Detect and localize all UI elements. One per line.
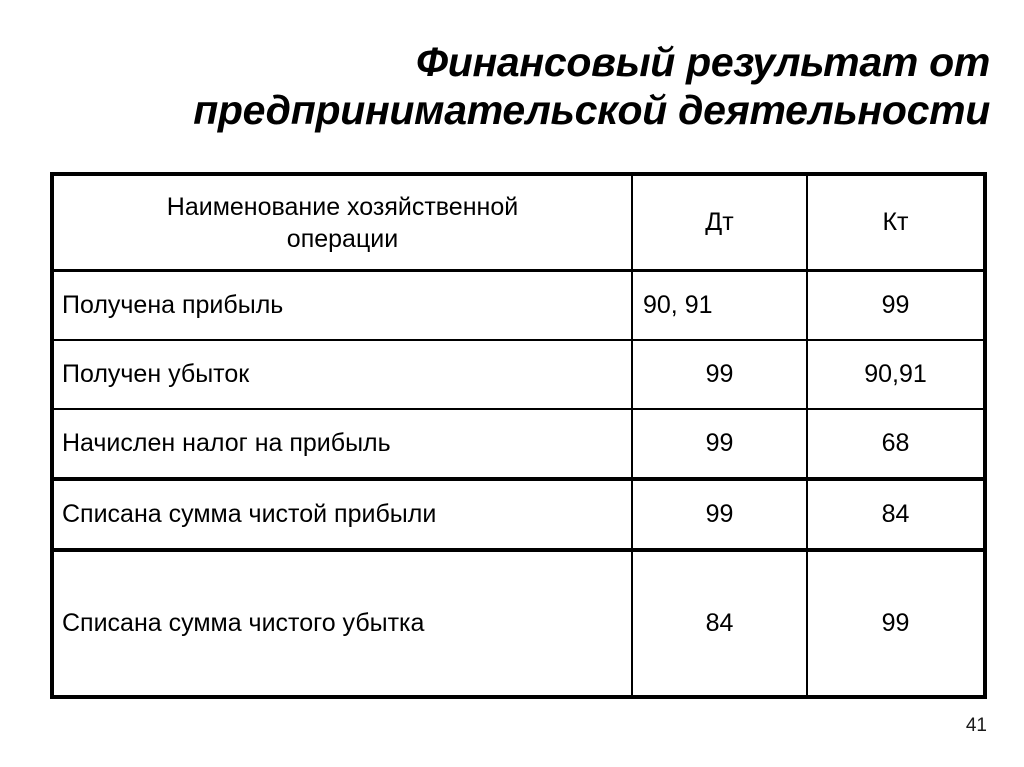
- accounting-entries-table: Наименование хозяйственной операции Дт К…: [50, 172, 987, 699]
- cell-credit: 99: [806, 269, 986, 341]
- cell-credit: 68: [806, 408, 986, 480]
- table-row: Списана сумма чистого убытка 84 99: [51, 548, 986, 698]
- cell-debit: 99: [631, 477, 808, 551]
- cell-credit: 99: [806, 548, 986, 698]
- column-header-credit: Кт: [806, 173, 986, 272]
- accounting-entries-table-container: Наименование хозяйственной операции Дт К…: [50, 172, 987, 699]
- column-header-debit: Дт: [631, 173, 808, 272]
- page-number: 41: [965, 715, 987, 736]
- table-header-row: Наименование хозяйственной операции Дт К…: [51, 173, 986, 272]
- cell-operation: Получена прибыль: [51, 269, 633, 341]
- cell-operation: Начислен налог на прибыль: [51, 408, 633, 480]
- cell-credit: 84: [806, 477, 986, 551]
- cell-debit: 84: [631, 548, 808, 698]
- table-row: Списана сумма чистой прибыли 99 84: [51, 477, 986, 551]
- page-title: Финансовый результат от предпринимательс…: [193, 39, 990, 133]
- cell-credit: 90,91: [806, 339, 986, 410]
- table-row: Получен убыток 99 90,91: [51, 339, 986, 410]
- cell-debit: 99: [631, 408, 808, 480]
- cell-operation: Получен убыток: [51, 339, 633, 410]
- table-row: Получена прибыль 90, 91 99: [51, 269, 986, 341]
- table-row: Начислен налог на прибыль 99 68: [51, 408, 986, 480]
- cell-debit: 99: [631, 339, 808, 410]
- cell-operation: Списана сумма чистой прибыли: [51, 477, 633, 551]
- column-header-operation: Наименование хозяйственной операции: [51, 173, 633, 272]
- cell-operation: Списана сумма чистого убытка: [51, 548, 633, 698]
- cell-debit: 90, 91: [631, 269, 808, 341]
